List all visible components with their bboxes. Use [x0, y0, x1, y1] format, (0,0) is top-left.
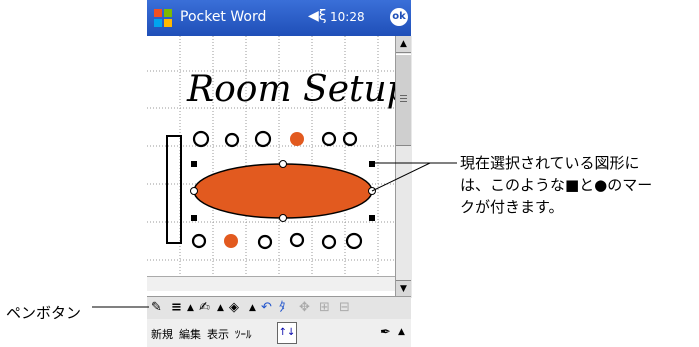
selection-note-line-3: クが付きます。: [460, 198, 564, 216]
selection-note-line-2: は、このような■と●のマー: [460, 176, 653, 194]
selection-note-line-1: 現在選択されている図形に: [460, 154, 640, 172]
pen-button-label: ペンボタン: [6, 304, 82, 322]
selection-note: 現在選択されている図形に は、このような■と●のマー クが付きます。: [460, 152, 652, 218]
